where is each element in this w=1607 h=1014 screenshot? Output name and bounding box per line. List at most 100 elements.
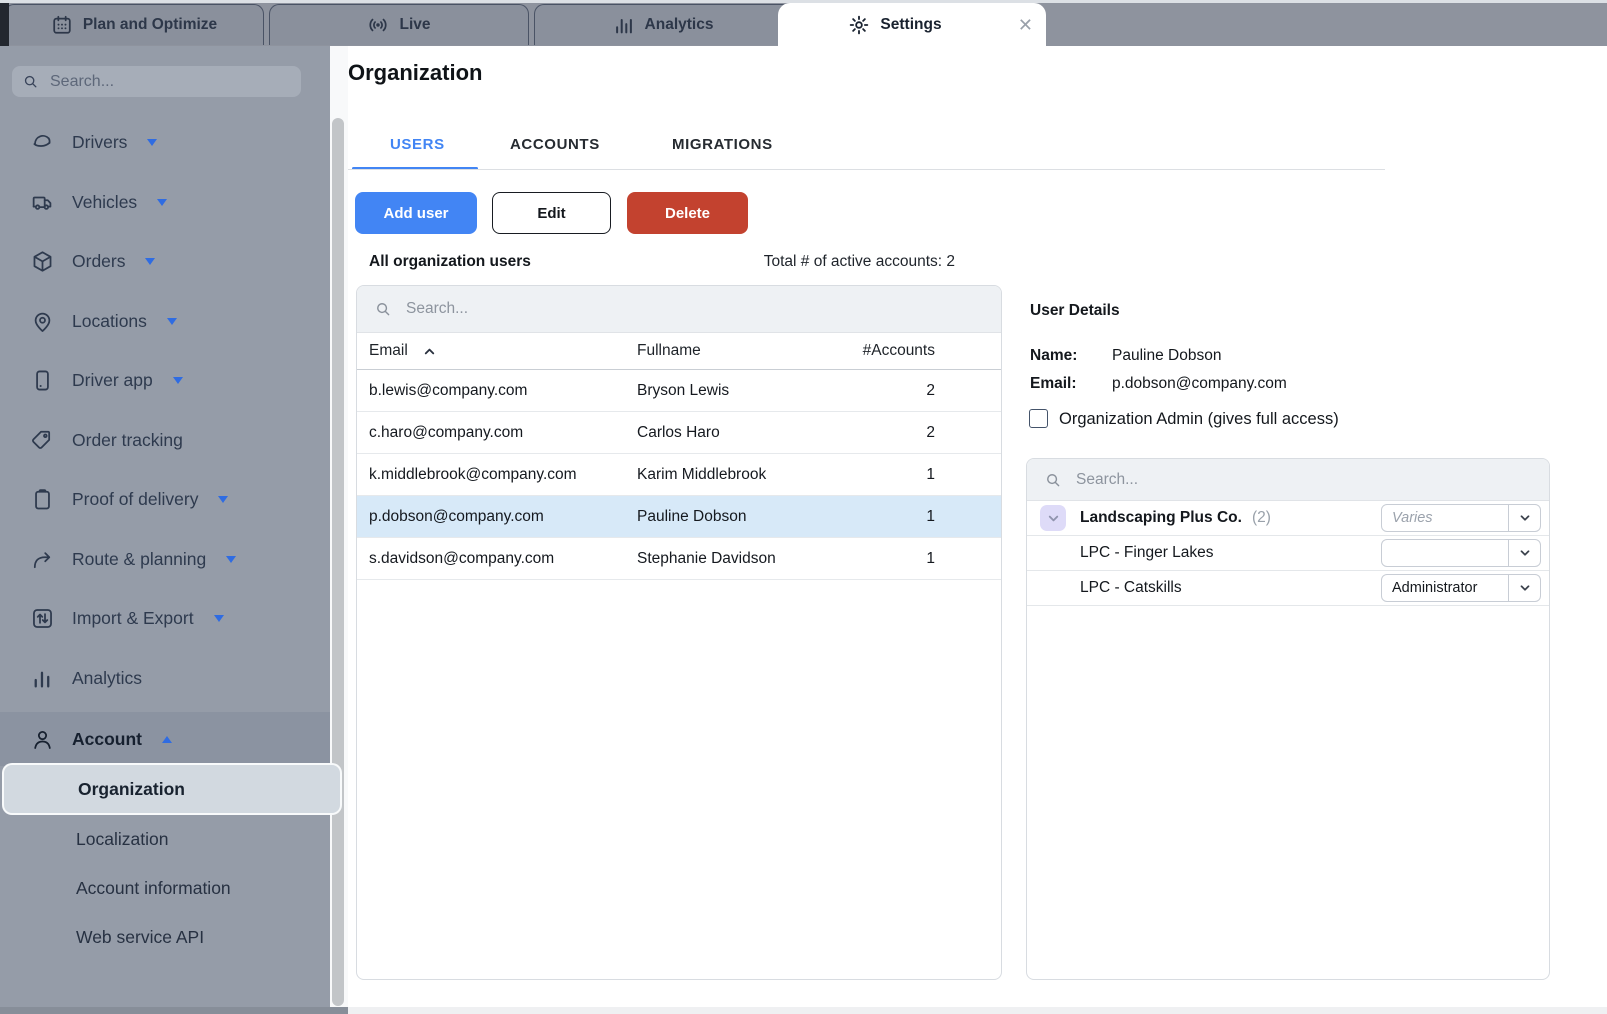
sidebar-item-import-export[interactable]: Import & Export	[0, 589, 330, 649]
page-title: Organization	[348, 60, 482, 86]
accounts-search[interactable]	[1027, 459, 1549, 501]
chevron-down-icon	[1046, 511, 1061, 526]
total-active-accounts: Total # of active accounts: 2	[700, 253, 955, 271]
caret-down-icon	[214, 615, 224, 622]
sidebar-item-analytics[interactable]: Analytics	[0, 649, 330, 709]
sidebar-search[interactable]	[12, 66, 301, 97]
main-content: Organization USERS ACCOUNTS MIGRATIONS Add…	[348, 46, 1607, 1014]
sidebar-item-route-planning[interactable]: Route & planning	[0, 530, 330, 590]
sidebar-item-label: Route & planning	[72, 549, 206, 570]
column-header-email[interactable]: Email	[369, 342, 437, 360]
role-select-value: Varies	[1382, 505, 1508, 531]
tab-settings[interactable]: Settings✕	[778, 3, 1046, 46]
name-label: Name:	[1030, 347, 1077, 365]
sidebar-item-label: Account	[72, 729, 142, 750]
tab-label: Analytics	[645, 16, 714, 34]
delete-button[interactable]: Delete	[627, 192, 748, 234]
tab-analytics[interactable]: Analytics	[534, 4, 792, 45]
clipboard-icon	[30, 487, 55, 512]
users-table-card: Email Fullname #Accounts b.lewis@company…	[356, 285, 1002, 980]
table-row[interactable]: b.lewis@company.comBryson Lewis2	[357, 370, 1001, 412]
account-name: LPC - Catskills	[1080, 579, 1182, 597]
window-top-edge	[0, 0, 1607, 3]
column-header-accounts[interactable]: #Accounts	[863, 342, 935, 360]
sidebar-item-label: Orders	[72, 251, 125, 272]
user-details-title: User Details	[1030, 302, 1120, 320]
sidebar-search-input[interactable]	[48, 72, 291, 92]
role-select[interactable]	[1381, 539, 1541, 567]
section-tabs-divider	[348, 169, 1385, 170]
tree-row-lpc-catskills: LPC - Catskills Administrator	[1027, 571, 1549, 606]
account-name: LPC - Finger Lakes	[1080, 544, 1214, 562]
role-select[interactable]: Administrator	[1381, 574, 1541, 602]
sidebar-item-label: Import & Export	[72, 608, 194, 629]
sidebar-item-label: Analytics	[72, 668, 142, 689]
table-body: b.lewis@company.comBryson Lewis2c.haro@c…	[357, 370, 1001, 580]
sidebar-subitem-account-information[interactable]: Account information	[0, 864, 330, 913]
role-select-value	[1382, 540, 1508, 566]
name-value: Pauline Dobson	[1112, 347, 1221, 365]
gear-icon	[848, 14, 870, 36]
sidebar-item-driver-app[interactable]: Driver app	[0, 351, 330, 411]
caret-down-icon	[147, 139, 157, 146]
sidebar-subitem-web-service-api[interactable]: Web service API	[0, 913, 330, 962]
expand-collapse-button[interactable]	[1040, 505, 1066, 531]
sidebar-item-label: Order tracking	[72, 430, 183, 451]
accounts-tree: Landscaping Plus Co.(2)Varies LPC - Finge…	[1027, 501, 1549, 606]
cell-fullname: Stephanie Davidson	[637, 550, 776, 568]
table-row[interactable]: c.haro@company.comCarlos Haro2	[357, 412, 1001, 454]
sidebar-item-locations[interactable]: Locations	[0, 292, 330, 352]
add-user-button[interactable]: Add user	[355, 192, 477, 234]
table-row[interactable]: s.davidson@company.comStephanie Davidson…	[357, 538, 1001, 580]
edit-button[interactable]: Edit	[492, 192, 611, 234]
sidebar-item-vehicles[interactable]: Vehicles	[0, 173, 330, 233]
sidebar-item-orders[interactable]: Orders	[0, 232, 330, 292]
users-search[interactable]	[357, 286, 1001, 333]
sidebar-item-order-tracking[interactable]: Order tracking	[0, 411, 330, 471]
cell-email: b.lewis@company.com	[369, 382, 527, 400]
accounts-search-input[interactable]	[1074, 470, 1532, 490]
table-row[interactable]: k.middlebrook@company.com Karim Middlebro…	[357, 454, 1001, 496]
tab-users[interactable]: USERS	[390, 136, 445, 153]
users-search-input[interactable]	[404, 299, 984, 319]
cell-email: c.haro@company.com	[369, 424, 523, 442]
cell-fullname: Karim Middlebrook	[637, 466, 766, 484]
tab-plan-and-optimize[interactable]: Plan and Optimize	[4, 4, 264, 45]
sidebar-item-label: Proof of delivery	[72, 489, 198, 510]
person-icon	[30, 727, 55, 752]
tree-row-landscaping-plus-co: Landscaping Plus Co.(2)Varies	[1027, 501, 1549, 536]
cell-accounts: 1	[926, 466, 935, 484]
package-icon	[30, 249, 55, 274]
phone-icon	[30, 368, 55, 393]
accounts-tree-card: Landscaping Plus Co.(2)Varies LPC - Finge…	[1026, 458, 1550, 980]
cell-email: k.middlebrook@company.com	[369, 466, 577, 484]
sort-ascending-icon[interactable]	[422, 344, 437, 359]
role-select[interactable]: Varies	[1381, 504, 1541, 532]
organization-admin-checkbox[interactable]	[1029, 409, 1048, 428]
cell-accounts: 1	[926, 550, 935, 568]
column-header-fullname[interactable]: Fullname	[637, 342, 701, 360]
sidebar-item-drivers[interactable]: Drivers	[0, 113, 330, 173]
table-header: Email Fullname #Accounts	[357, 333, 1001, 370]
route-icon	[30, 547, 55, 572]
tag-icon	[30, 428, 55, 453]
chevron-down-icon	[1508, 505, 1540, 531]
search-icon	[1044, 471, 1062, 489]
app-window: Plan and OptimizeLiveAnalyticsSettings✕ …	[0, 0, 1607, 1014]
email-label: Email:	[1030, 375, 1077, 393]
tab-migrations[interactable]: MIGRATIONS	[672, 136, 773, 153]
sidebar-item-account[interactable]: Account	[0, 712, 330, 766]
sidebar-subitem-organization[interactable]: Organization	[2, 763, 342, 815]
close-icon[interactable]: ✕	[1018, 16, 1033, 34]
caret-down-icon	[218, 496, 228, 503]
table-row[interactable]: p.dobson@company.comPauline Dobson1	[357, 496, 1001, 538]
live-icon	[367, 14, 389, 36]
sidebar-item-proof-of-delivery[interactable]: Proof of delivery	[0, 470, 330, 530]
cell-fullname: Pauline Dobson	[637, 508, 746, 526]
sidebar-item-label: Drivers	[72, 132, 127, 153]
tab-live[interactable]: Live	[269, 4, 529, 45]
truck-icon	[30, 190, 55, 215]
tab-accounts[interactable]: ACCOUNTS	[510, 136, 600, 153]
sidebar-subitem-localization[interactable]: Localization	[0, 815, 330, 864]
sidebar-scrollbar-thumb[interactable]	[332, 118, 344, 1006]
